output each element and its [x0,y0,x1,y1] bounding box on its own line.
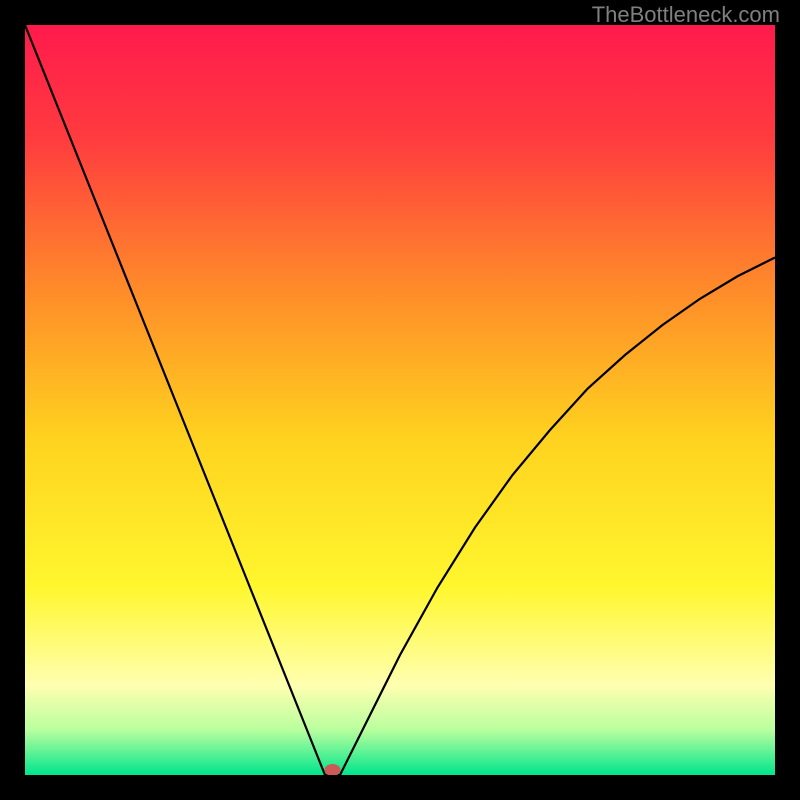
gradient-background [25,25,775,775]
plot-svg [25,25,775,775]
plot-frame [25,25,775,775]
chart-container: TheBottleneck.com [0,0,800,800]
